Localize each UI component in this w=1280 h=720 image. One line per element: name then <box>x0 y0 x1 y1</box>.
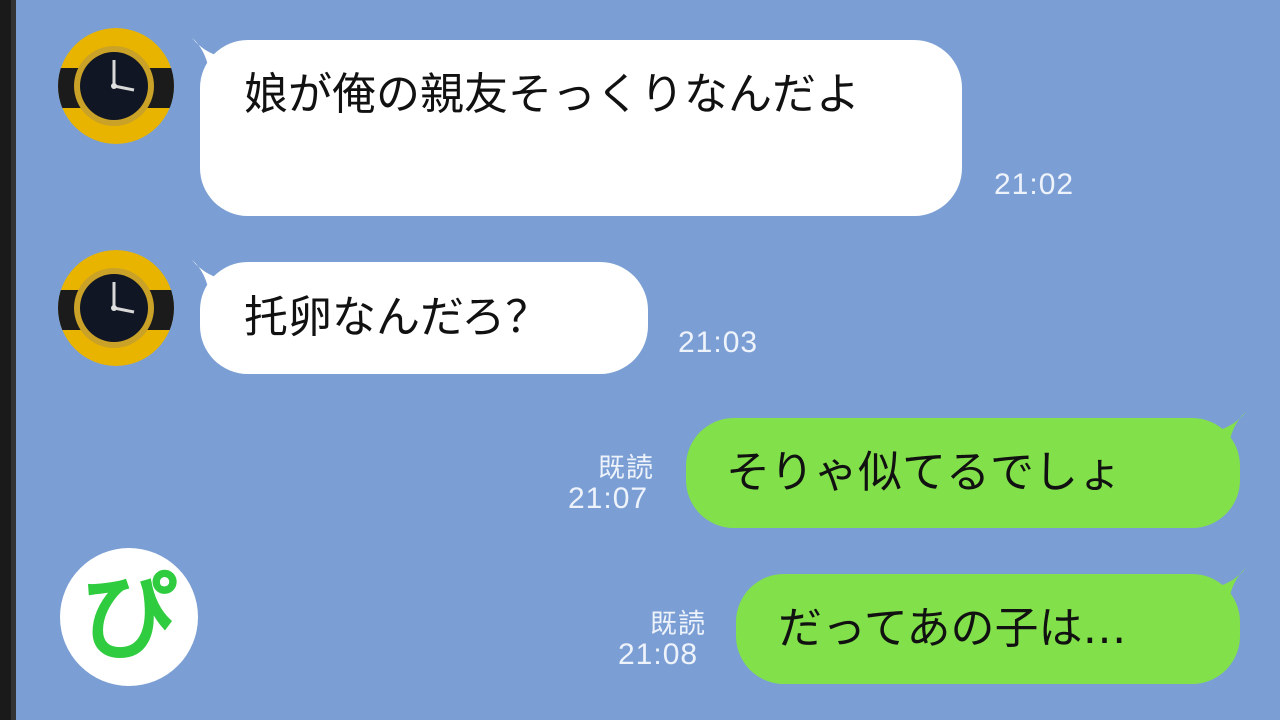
device-bezel <box>0 0 16 720</box>
message-time: 21:07 <box>568 482 649 515</box>
bubble-tail <box>1210 568 1246 606</box>
message-time: 21:08 <box>618 638 699 671</box>
wristwatch-avatar-icon <box>58 250 174 366</box>
chat-screen: 娘が俺の親友そっくりなんだよ 21:02 托卵なんだろ？ 21:03 既読 21… <box>0 0 1280 720</box>
bubble-tail <box>1210 412 1246 450</box>
channel-logo: ぴ <box>60 548 198 686</box>
message-text: 托卵なんだろ？ <box>244 292 550 343</box>
read-receipt: 既読 <box>598 453 654 483</box>
message-bubble[interactable]: 托卵なんだろ？ <box>200 262 648 374</box>
sender-avatar[interactable] <box>58 28 174 144</box>
sender-avatar[interactable] <box>58 250 174 366</box>
read-receipt: 既読 <box>650 609 706 639</box>
message-text: そりゃ似てるでしょ <box>726 447 1122 498</box>
message-time: 21:03 <box>678 326 759 359</box>
message-bubble[interactable]: そりゃ似てるでしょ <box>686 418 1240 528</box>
message-bubble[interactable]: 娘が俺の親友そっくりなんだよ <box>200 40 962 216</box>
message-time: 21:02 <box>994 168 1075 201</box>
wristwatch-avatar-icon <box>58 28 174 144</box>
logo-text: ぴ <box>81 561 177 673</box>
message-bubble[interactable]: だってあの子は… <box>736 574 1240 684</box>
message-text: だってあの子は… <box>778 603 1127 654</box>
message-text: 娘が俺の親友そっくりなんだよ <box>244 69 860 120</box>
